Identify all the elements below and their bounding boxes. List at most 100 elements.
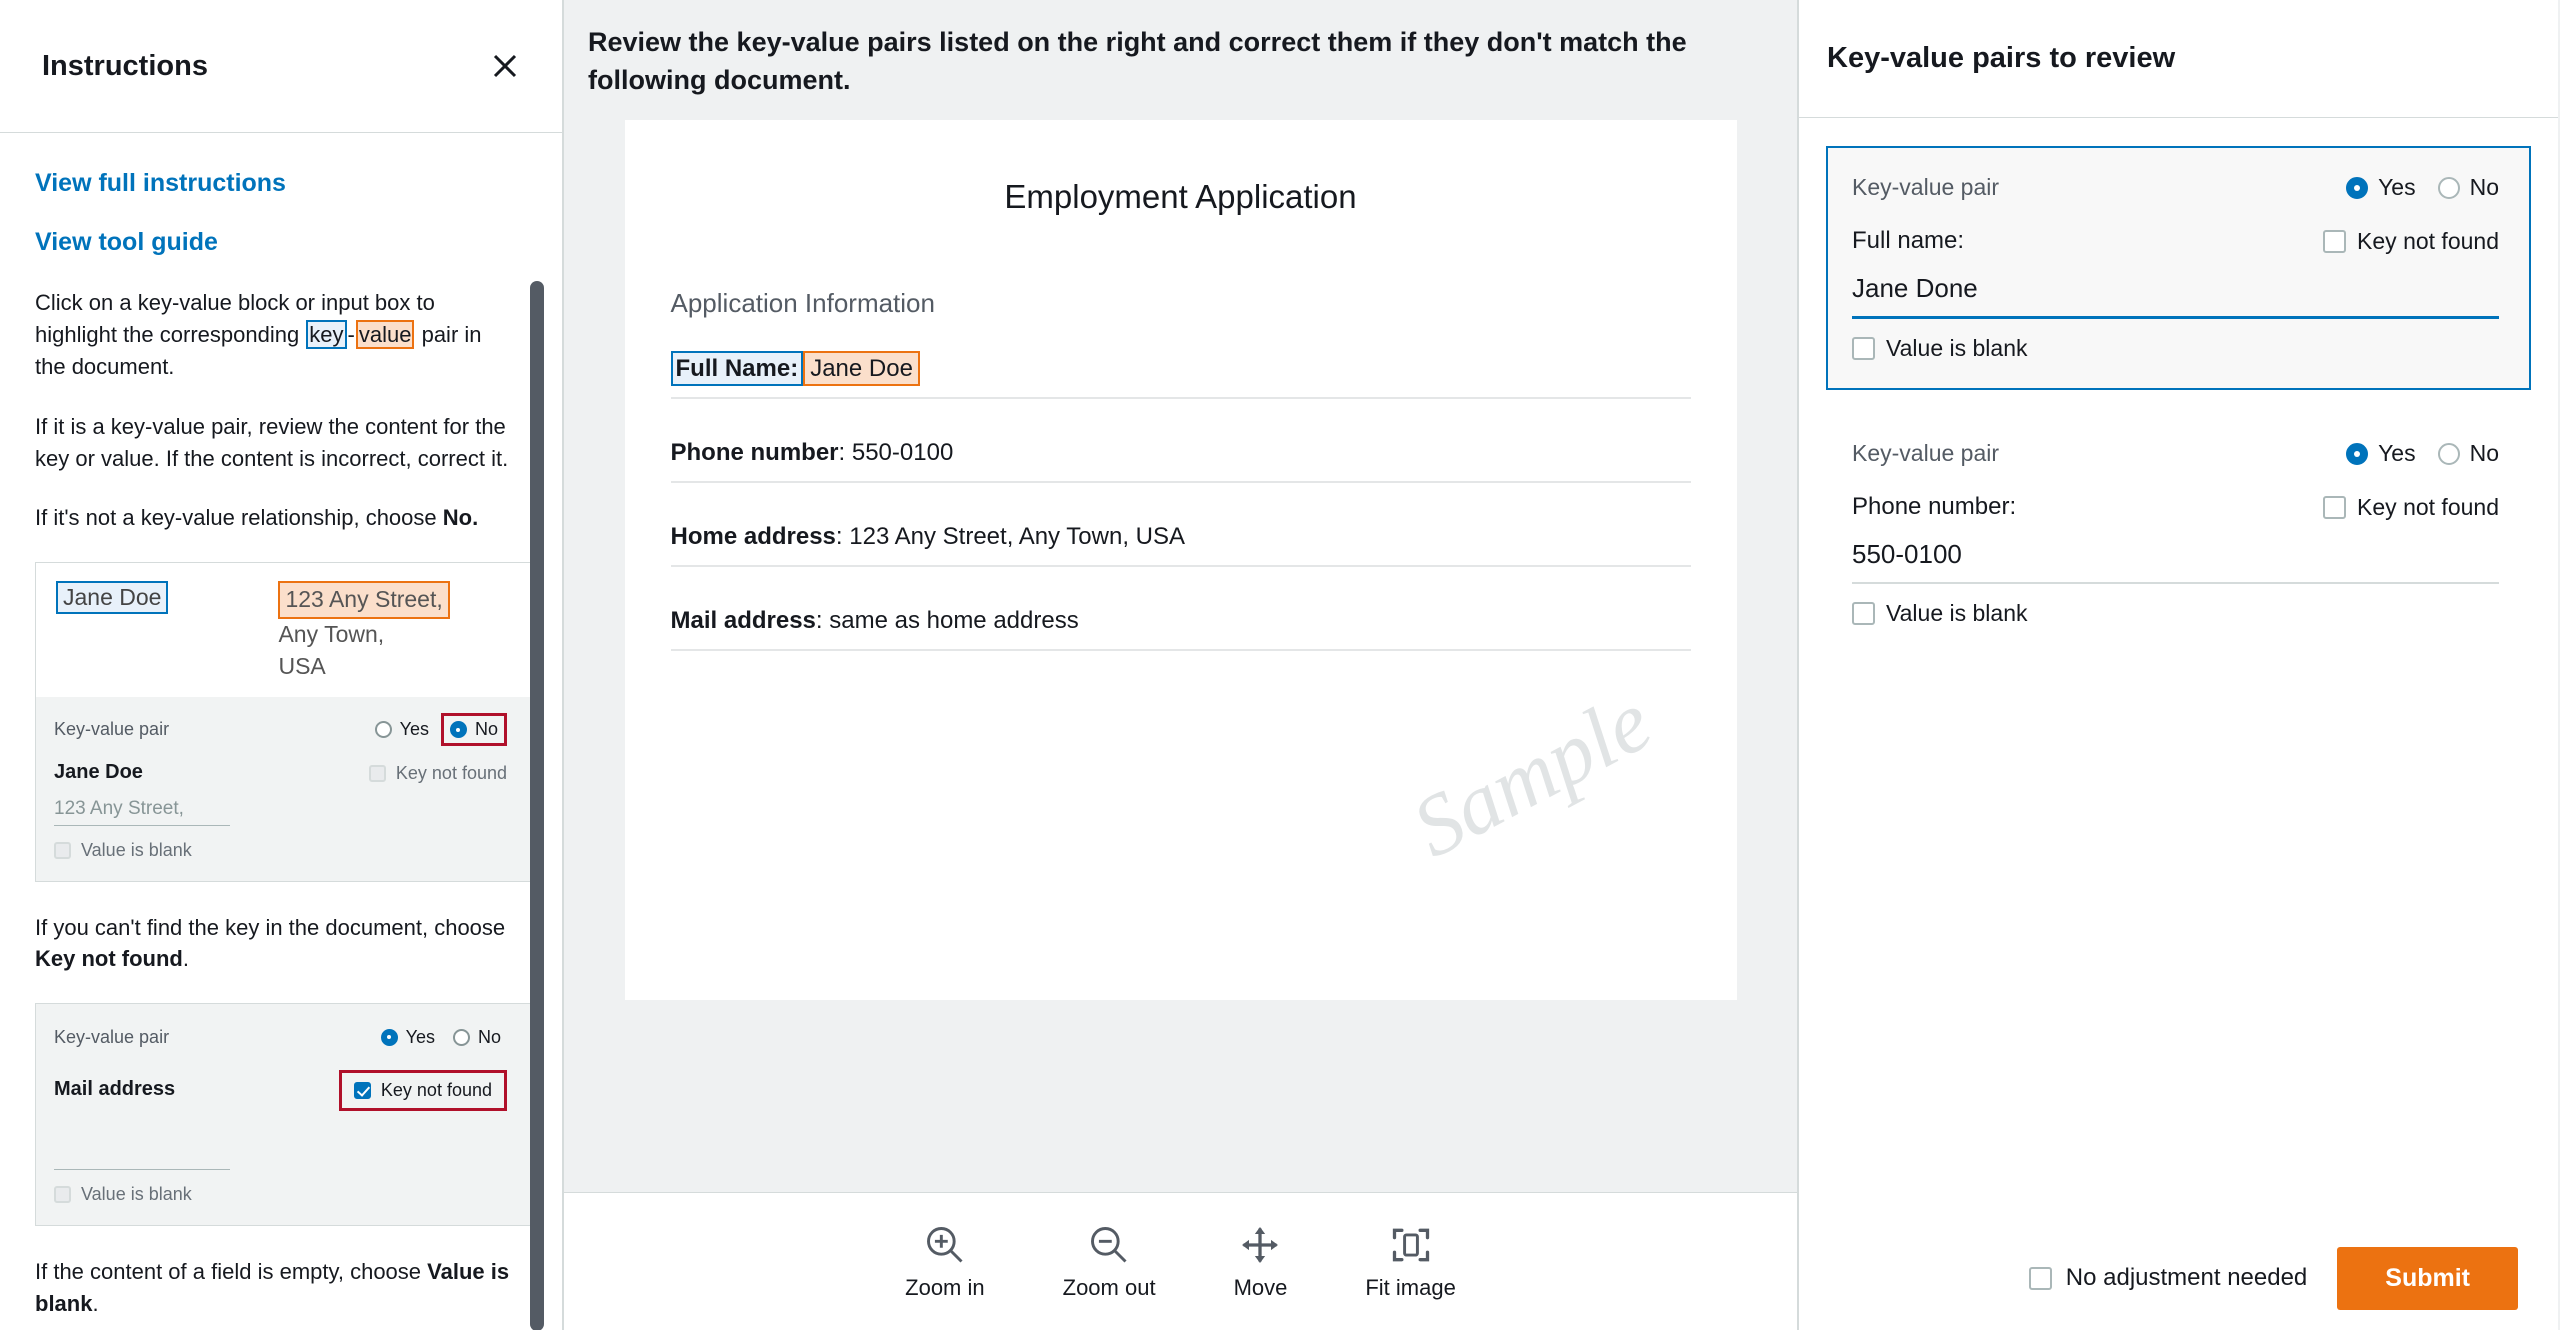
kv-radio-yes-2[interactable]: Yes [2346,440,2416,467]
submit-button[interactable]: Submit [2337,1246,2518,1310]
key-value-panel: Key-value pairs to review Key-value pair… [1799,0,2558,1330]
radio-circle-selected-icon [380,1028,398,1046]
document-field-sep: : [835,522,850,550]
inline-value-highlight: value [355,319,415,349]
document-field-sep: : [838,438,852,466]
document-field-home-address[interactable]: Home address: 123 Any Street, Any Town, … [670,522,1691,567]
kv-key-not-found-1[interactable]: Key not found [2323,228,2499,255]
document-viewport[interactable]: Employment Application Application Infor… [564,119,1797,1192]
kv-radio-no-1[interactable]: No [2437,174,2499,201]
move-icon [1242,1226,1279,1263]
example-key-not-found-label-2: Key not found [380,1080,492,1101]
example-doc-value-line2: Any Town, [278,621,385,648]
example-value-input-1[interactable]: 123 Any Street, [54,798,230,826]
key-value-list: Key-value pair Yes No Full name: Key not… [1799,118,2558,1226]
kv-value-blank-1[interactable]: Value is blank [1852,335,2499,362]
no-adjustment-needed-checkbox[interactable]: No adjustment needed [2028,1264,2308,1292]
checkbox-icon [2323,229,2347,253]
task-workspace: Instructions View full instructions View… [0,0,2560,1330]
radio-circle-icon [2437,176,2460,199]
example-radio-no-1[interactable]: No [440,713,507,747]
instr-p5-part-c: . [92,1291,99,1317]
kv-value-input-2[interactable]: 550-0100 [1852,539,2499,584]
inline-key-highlight: key [306,319,347,349]
checkbox-icon [54,841,71,859]
document-field-key: Phone number [670,438,839,466]
radio-circle-selected-icon [2346,442,2369,465]
checkbox-icon [2028,1266,2052,1290]
document-key-highlight[interactable]: Full Name: [670,350,804,386]
checkbox-icon [2323,495,2347,519]
example-radio-yes-1[interactable]: Yes [369,716,435,743]
document-field-sep: : [815,606,830,634]
document-field-mail-address[interactable]: Mail address: same as home address [670,606,1691,651]
example-pair-row-1: Key-value pair Yes No [54,713,507,747]
kv-key-not-found-2[interactable]: Key not found [2323,494,2499,521]
kv-pair-row-2: Key-value pair Yes No [1852,440,2499,467]
kv-key-not-found-label-2: Key not found [2357,493,2499,520]
example-card-no: Jane Doe 123 Any Street, Any Town, USA K… [35,562,532,882]
example-pair-label-1: Key-value pair [54,719,170,740]
view-tool-guide-link[interactable]: View tool guide [35,228,512,257]
example-key-row-2: Mail address Key not found [54,1054,507,1112]
fit-image-button[interactable]: Fit image [1365,1223,1456,1301]
example-value-input-2[interactable] [54,1143,230,1171]
close-icon[interactable] [488,49,522,83]
example-radio-group-1: Yes No [369,713,507,747]
example-pair-row-2: Key-value pair Yes No [54,1020,507,1054]
radio-circle-selected-icon [2346,176,2369,199]
document-page: Employment Application Application Infor… [624,119,1737,1000]
kv-value-blank-label-1: Value is blank [1886,335,2028,361]
document-field-key: Home address [670,522,836,550]
example-radio-yes-label-2: Yes [405,1026,435,1047]
example-value-blank-label-2: Value is blank [81,1184,192,1205]
key-value-card-phone-number[interactable]: Key-value pair Yes No Phone number: Key … [1826,412,2531,655]
document-field-value: same as home address [829,606,1079,634]
document-field-full-name[interactable]: Full Name: Jane Doe [670,350,1691,399]
example-key-not-found-2[interactable]: Key not found [338,1070,507,1112]
radio-circle-icon [2437,442,2460,465]
kv-radio-yes-1[interactable]: Yes [2346,174,2416,201]
no-adjustment-needed-label: No adjustment needed [2065,1264,2308,1291]
instructions-header: Instructions [0,0,562,133]
example-value-blank-2[interactable]: Value is blank [54,1184,507,1205]
example-doc-value: 123 Any Street, Any Town, USA [278,581,450,682]
example-radio-no-label-2: No [477,1026,501,1047]
move-button[interactable]: Move [1234,1223,1287,1301]
example-card-key-not-found: Key-value pair Yes No Mail address Key n… [35,1003,532,1227]
example-radio-no-2[interactable]: No [447,1024,507,1051]
kv-radio-yes-label-2: Yes [2378,440,2416,466]
example-doc-value-line3: USA [278,652,326,679]
sample-watermark: Sample [1397,671,1667,876]
kv-value-input-1[interactable]: Jane Done [1852,273,2499,319]
fit-image-label: Fit image [1365,1274,1456,1300]
task-prompt: Review the key-value pairs listed on the… [588,27,1687,95]
instr-p5-part-a: If the content of a field is empty, choo… [35,1259,428,1285]
document-title: Employment Application [1004,177,1357,215]
document-field-phone[interactable]: Phone number: 550-0100 [670,438,1691,483]
example-radio-group-2: Yes No [375,1024,507,1051]
instr-p4-part-c: . [182,946,189,972]
page-title: Instructions [42,49,208,82]
checkbox-icon [1852,337,1875,360]
example-value-blank-1[interactable]: Value is blank [54,840,507,861]
example-key-not-found-label-1: Key not found [395,762,507,783]
example-key-row-1: Jane Doe Key not found [54,747,507,784]
view-full-instructions-link[interactable]: View full instructions [35,169,512,198]
kv-value-blank-2[interactable]: Value is blank [1852,600,2499,627]
key-value-card-full-name[interactable]: Key-value pair Yes No Full name: Key not… [1826,146,2531,390]
example-radio-yes-2[interactable]: Yes [375,1024,441,1051]
instructions-scrollbar[interactable] [530,281,544,1330]
zoom-out-button[interactable]: Zoom out [1063,1223,1156,1301]
example-key-not-found-1[interactable]: Key not found [368,762,507,784]
instructions-body: View full instructions View tool guide C… [0,133,562,1330]
instruction-paragraph-3: If it's not a key-value relationship, ch… [35,502,512,534]
kv-radio-no-2[interactable]: No [2437,440,2499,467]
checkbox-icon [54,1186,71,1204]
example-radio-no-label-1: No [474,719,498,740]
document-value-highlight[interactable]: Jane Doe [803,350,920,386]
document-panel: Review the key-value pairs listed on the… [564,0,1799,1330]
instruction-paragraph-4: If you can't find the key in the documen… [35,912,512,976]
zoom-in-button[interactable]: Zoom in [905,1223,985,1301]
instr-p4-part-b: Key not found [35,946,183,972]
